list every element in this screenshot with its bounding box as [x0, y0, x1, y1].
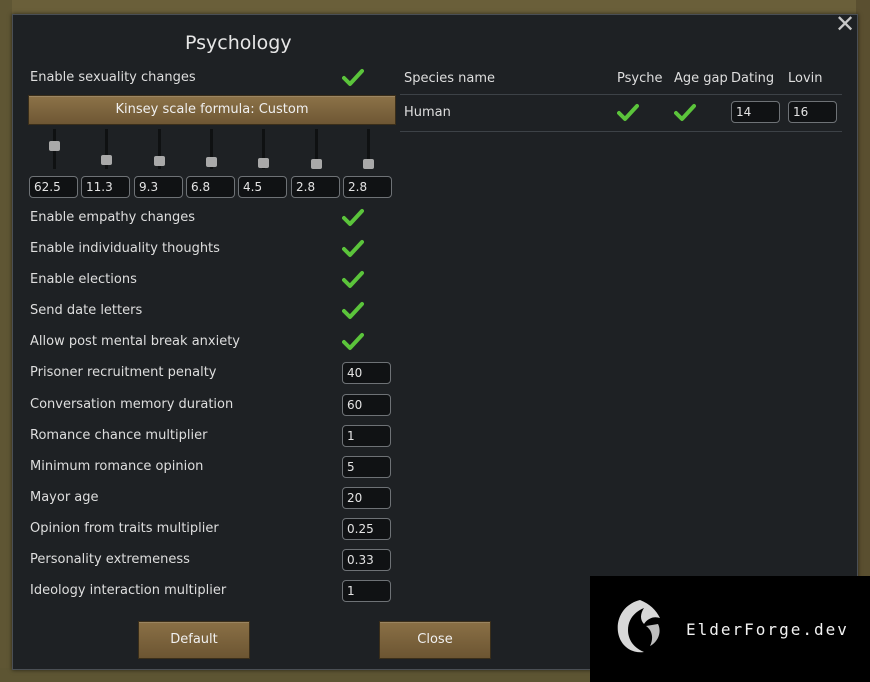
elections-checkbox[interactable]: [342, 270, 364, 290]
col-lovin: Lovin: [788, 71, 823, 86]
romance-chance-label: Romance chance multiplier: [30, 428, 208, 443]
empathy-label: Enable empathy changes: [30, 210, 196, 225]
kinsey-slider-5[interactable]: [311, 129, 322, 169]
close-button[interactable]: Close: [379, 621, 491, 659]
mayor-age-field[interactable]: 20: [342, 487, 391, 509]
empathy-checkbox[interactable]: [342, 208, 364, 228]
date-letters-checkbox[interactable]: [342, 301, 364, 321]
sexuality-label: Enable sexuality changes: [30, 70, 196, 85]
anxiety-label: Allow post mental break anxiety: [30, 334, 240, 349]
kinsey-slider-4[interactable]: [258, 129, 269, 169]
checkmark-icon: [617, 104, 639, 121]
default-button[interactable]: Default: [138, 621, 250, 659]
human-age-gap-checkbox[interactable]: [674, 103, 696, 123]
species-name-human: Human: [404, 105, 451, 120]
romance-opinion-field[interactable]: 5: [342, 456, 391, 478]
extremeness-label: Personality extremeness: [30, 552, 190, 567]
kinsey-slider-2[interactable]: [154, 129, 165, 169]
watermark-text: ElderForge.dev: [686, 620, 849, 639]
prisoner-penalty-label: Prisoner recruitment penalty: [30, 365, 217, 380]
kinsey-value-3[interactable]: 6.8: [186, 176, 235, 198]
prisoner-penalty-field[interactable]: 40: [342, 362, 391, 384]
checkmark-icon: [342, 333, 364, 350]
col-dating: Dating: [731, 71, 775, 86]
kinsey-value-4[interactable]: 4.5: [238, 176, 287, 198]
kinsey-slider-0[interactable]: [49, 129, 60, 169]
individuality-checkbox[interactable]: [342, 239, 364, 259]
sexuality-checkbox[interactable]: [342, 68, 364, 88]
ideology-multiplier-label: Ideology interaction multiplier: [30, 583, 227, 598]
elections-label: Enable elections: [30, 272, 137, 287]
close-icon[interactable]: ✕: [834, 12, 856, 36]
table-header-divider: [400, 94, 842, 95]
checkmark-icon: [674, 104, 696, 121]
romance-chance-field[interactable]: 1: [342, 425, 391, 447]
kinsey-value-6[interactable]: 2.8: [343, 176, 392, 198]
anxiety-checkbox[interactable]: [342, 332, 364, 352]
kinsey-formula-button[interactable]: Kinsey scale formula: Custom: [28, 95, 396, 125]
kinsey-value-2[interactable]: 9.3: [134, 176, 183, 198]
col-psyche: Psyche: [617, 71, 663, 86]
traits-multiplier-field[interactable]: 0.25: [342, 518, 391, 540]
kinsey-value-0[interactable]: 62.5: [29, 176, 78, 198]
ideology-multiplier-field[interactable]: 1: [342, 580, 391, 602]
kinsey-value-5[interactable]: 2.8: [291, 176, 340, 198]
kinsey-slider-6[interactable]: [363, 129, 374, 169]
memory-duration-field[interactable]: 60: [342, 394, 391, 416]
kinsey-slider-3[interactable]: [206, 129, 217, 169]
kinsey-slider-1[interactable]: [101, 129, 112, 169]
table-row-divider: [400, 131, 842, 132]
mayor-age-label: Mayor age: [30, 490, 99, 505]
extremeness-field[interactable]: 0.33: [342, 549, 391, 571]
date-letters-label: Send date letters: [30, 303, 143, 318]
human-dating-field[interactable]: 14: [731, 101, 780, 123]
kinsey-value-1[interactable]: 11.3: [81, 176, 130, 198]
checkmark-icon: [342, 271, 364, 288]
individuality-label: Enable individuality thoughts: [30, 241, 220, 256]
human-lovin-field[interactable]: 16: [788, 101, 837, 123]
memory-duration-label: Conversation memory duration: [30, 397, 234, 412]
checkmark-icon: [342, 69, 364, 86]
romance-opinion-label: Minimum romance opinion: [30, 459, 204, 474]
dialog-title: Psychology: [185, 32, 292, 54]
checkmark-icon: [342, 240, 364, 257]
background-left: [0, 0, 12, 682]
dragon-logo-icon: [610, 596, 668, 658]
checkmark-icon: [342, 302, 364, 319]
traits-multiplier-label: Opinion from traits multiplier: [30, 521, 219, 536]
col-age-gap: Age gap: [674, 71, 728, 86]
human-psyche-checkbox[interactable]: [617, 103, 639, 123]
checkmark-icon: [342, 209, 364, 226]
col-species-name: Species name: [404, 71, 496, 86]
background-top: [0, 0, 870, 14]
